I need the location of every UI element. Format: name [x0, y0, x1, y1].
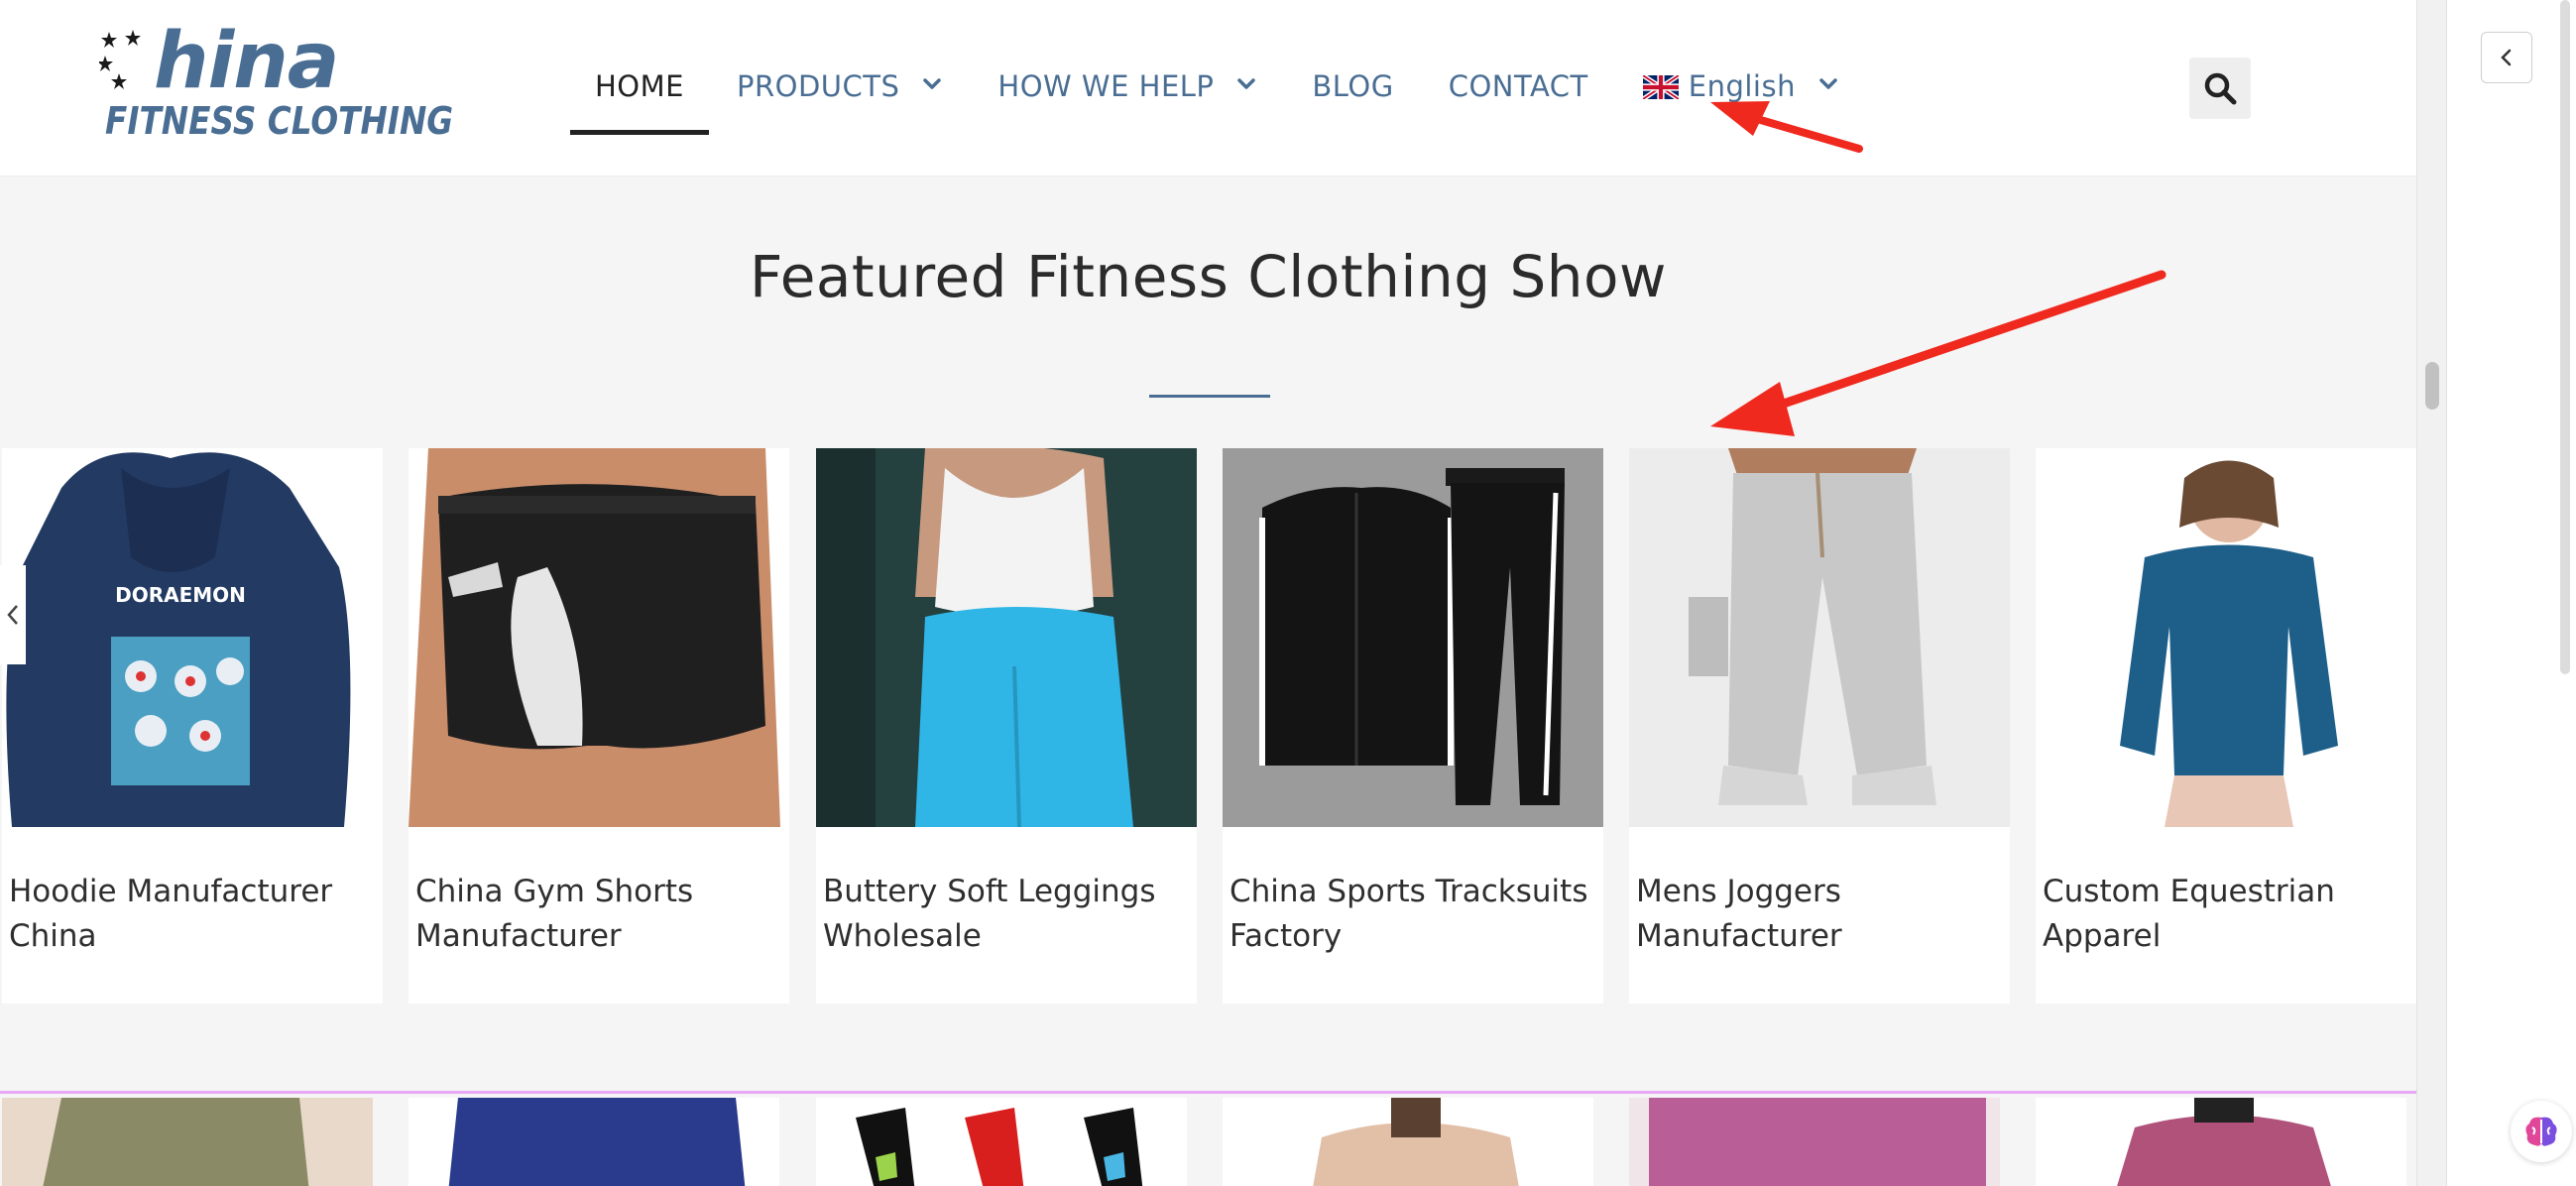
product-caption[interactable]: Buttery Soft Leggings Wholesale — [823, 870, 1190, 959]
product-image-leggings[interactable] — [816, 448, 1197, 827]
product-caption[interactable]: China Sports Tracksuits Factory — [1229, 870, 1596, 959]
section-title: Featured Fitness Clothing Show — [750, 243, 1667, 310]
language-selector[interactable]: English — [1642, 59, 1839, 135]
nav-blog-label: BLOG — [1312, 69, 1394, 103]
main-nav: HOME PRODUCTS HOW WE HELP BLOG CONTACT E… — [570, 59, 1894, 137]
product-caption[interactable]: Hoodie Manufacturer China — [9, 870, 376, 959]
carousel-prev-button[interactable] — [0, 565, 26, 664]
product-caption[interactable]: Mens Joggers Manufacturer — [1636, 870, 2003, 959]
product-image-equestrian[interactable] — [2036, 448, 2416, 827]
language-label: English — [1688, 69, 1796, 103]
chevron-down-icon — [1819, 78, 1837, 89]
product-caption[interactable]: China Gym Shorts Manufacturer — [415, 870, 782, 959]
product-card[interactable]: DORAEMON Hoodie Manufacturer China — [2, 448, 383, 1004]
site-logo[interactable]: hina FITNESS CLOTHING — [99, 17, 453, 151]
product-card[interactable]: Custom Equestrian Apparel — [2036, 448, 2416, 1004]
search-button[interactable] — [2189, 58, 2251, 119]
product-thumb[interactable] — [1629, 1098, 2000, 1186]
scrollbar-thumb[interactable] — [2425, 362, 2439, 410]
chevron-down-icon — [1237, 78, 1256, 89]
assistant-button[interactable] — [2511, 1101, 2572, 1162]
product-thumb[interactable] — [1223, 1098, 1593, 1186]
brain-icon — [2525, 1117, 2557, 1146]
product-caption[interactable]: Custom Equestrian Apparel — [2043, 870, 2409, 959]
product-thumb[interactable] — [409, 1098, 779, 1186]
title-underline — [1149, 395, 1270, 398]
nav-how-we-help[interactable]: HOW WE HELP — [997, 59, 1257, 135]
product-thumb[interactable] — [2036, 1098, 2406, 1186]
product-row-2 — [0, 1091, 2416, 1186]
nav-contact[interactable]: CONTACT — [1449, 59, 1588, 135]
panel-scrollbar[interactable] — [2560, 0, 2570, 674]
uk-flag-icon — [1642, 75, 1679, 99]
nav-home-label: HOME — [595, 69, 684, 103]
side-panel — [2446, 0, 2576, 1186]
nav-home[interactable]: HOME — [570, 59, 709, 135]
logo-top-text: hina — [154, 17, 339, 106]
nav-contact-label: CONTACT — [1448, 69, 1588, 103]
search-icon — [2204, 72, 2237, 105]
product-card[interactable]: Buttery Soft Leggings Wholesale — [816, 448, 1197, 1004]
product-image-hoodie[interactable]: DORAEMON — [2, 448, 383, 827]
chevron-down-icon — [923, 78, 942, 89]
product-carousel: DORAEMON Hoodie Manufacturer China China… — [0, 448, 2416, 1004]
page: hina FITNESS CLOTHING HOME PRODUCTS HOW … — [0, 0, 2416, 1186]
stars-icon — [99, 30, 141, 89]
chevron-left-icon — [7, 605, 18, 625]
product-thumb[interactable] — [816, 1098, 1187, 1186]
nav-blog[interactable]: BLOG — [1312, 59, 1393, 135]
site-header: hina FITNESS CLOTHING HOME PRODUCTS HOW … — [0, 0, 2416, 177]
product-card[interactable]: Mens Joggers Manufacturer — [1629, 448, 2010, 1004]
svg-text:DORAEMON: DORAEMON — [115, 583, 246, 607]
product-card[interactable]: China Sports Tracksuits Factory — [1223, 448, 1603, 1004]
product-thumb[interactable] — [2, 1098, 373, 1186]
product-card[interactable]: China Gym Shorts Manufacturer — [409, 448, 789, 1004]
chevron-left-icon — [2501, 49, 2512, 66]
product-image-tracksuit[interactable] — [1223, 448, 1603, 827]
page-scrollbar[interactable] — [2416, 0, 2446, 1186]
nav-products-label: PRODUCTS — [736, 69, 900, 103]
expand-panel-button[interactable] — [2481, 32, 2532, 83]
nav-products[interactable]: PRODUCTS — [737, 59, 943, 135]
product-image-gym-shorts[interactable] — [409, 448, 789, 827]
logo-bottom-text: FITNESS CLOTHING — [105, 99, 454, 143]
nav-how-we-help-label: HOW WE HELP — [997, 69, 1215, 103]
product-image-joggers[interactable] — [1629, 448, 2010, 827]
